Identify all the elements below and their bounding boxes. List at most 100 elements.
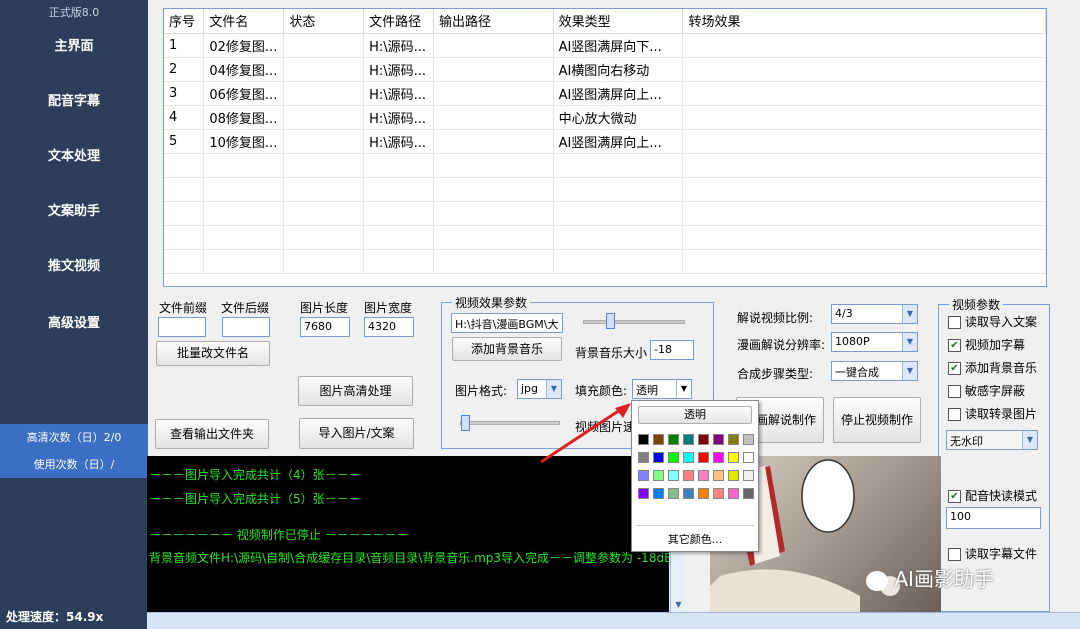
horizontal-scrollbar[interactable] (147, 612, 1080, 629)
color-swatch[interactable] (638, 470, 649, 481)
checkbox-read-img[interactable] (948, 408, 961, 421)
batch-rename-button[interactable]: 批量改文件名 (156, 341, 270, 366)
col-status[interactable]: 状态 (283, 9, 365, 34)
checkbox-read-sub[interactable] (948, 548, 961, 561)
checkbox-fast-read[interactable]: ✔ (948, 490, 961, 503)
color-swatch[interactable] (698, 452, 709, 463)
nav-main[interactable]: 主界面 (0, 34, 148, 60)
color-swatch[interactable] (653, 470, 664, 481)
empty-row (164, 201, 1046, 226)
color-swatch[interactable] (653, 488, 664, 499)
steps-select[interactable]: 一键合成 ▼ (831, 361, 918, 381)
checkbox-subtitle[interactable]: ✔ (948, 339, 961, 352)
fill-color-select[interactable]: 透明 ▼ (632, 379, 692, 399)
stop-video-button[interactable]: 停止视频制作 (833, 397, 921, 443)
color-swatch[interactable] (713, 488, 724, 499)
table-cell: 04修复图... (203, 57, 285, 82)
chevron-down-icon[interactable]: ▼ (671, 598, 686, 612)
color-swatch[interactable] (743, 434, 754, 445)
add-music-button[interactable]: 添加背景音乐 (452, 337, 562, 361)
table-cell: H:\源码... (363, 33, 435, 58)
music-path-input[interactable]: H:\抖音\漫画BGM\大 (451, 313, 563, 333)
table-cell (164, 225, 205, 250)
color-swatch[interactable] (638, 452, 649, 463)
color-swatch[interactable] (653, 434, 664, 445)
music-volume-input[interactable]: -18 (650, 340, 694, 360)
color-swatch[interactable] (698, 470, 709, 481)
slider-thumb[interactable] (606, 313, 615, 329)
table-cell (682, 153, 1046, 178)
col-index[interactable]: 序号 (164, 9, 205, 34)
color-swatch[interactable] (713, 434, 724, 445)
width-input[interactable]: 7680 (300, 317, 350, 337)
color-swatch[interactable] (698, 488, 709, 499)
color-swatch[interactable] (683, 488, 694, 499)
table-row[interactable]: 5 10修复图... H:\源码... AI竖图满屏向上... (164, 129, 1046, 154)
checkbox-sensitive[interactable] (948, 385, 961, 398)
file-grid[interactable]: 序号 文件名 状态 文件路径 输出路径 效果类型 转场效果 1 02修复图... H… (163, 8, 1047, 287)
read-doc-checkbox[interactable]: 读取导入文案 (948, 313, 1037, 330)
col-effect[interactable]: 效果类型 (553, 9, 684, 34)
col-outputpath[interactable]: 输出路径 (433, 9, 554, 34)
import-images-button[interactable]: 导入图片/文案 (299, 418, 414, 449)
color-swatch[interactable] (653, 452, 664, 463)
color-swatch[interactable] (728, 452, 739, 463)
color-swatch[interactable] (668, 470, 679, 481)
fast-read-input[interactable]: 100 (946, 507, 1041, 529)
nav-text-video[interactable]: 推文视频 (0, 254, 148, 280)
color-swatch[interactable] (683, 452, 694, 463)
checkbox-read-doc[interactable] (948, 316, 961, 329)
subtitle-checkbox[interactable]: ✔ 视频加字幕 (948, 336, 1025, 353)
table-row[interactable]: 2 04修复图... H:\源码... AI横图向右移动 (164, 57, 1046, 82)
watermark-select[interactable]: 无水印 ▼ (946, 430, 1038, 450)
other-colors-option[interactable]: 其它颜色... (632, 531, 758, 547)
suffix-input[interactable] (222, 317, 270, 337)
prefix-input[interactable] (158, 317, 206, 337)
enhance-images-button[interactable]: 图片高清处理 (298, 376, 413, 406)
color-swatch[interactable] (743, 452, 754, 463)
color-swatch[interactable] (638, 434, 649, 445)
table-cell: 10修复图... (203, 129, 285, 154)
read-sub-label: 读取字幕文件 (965, 547, 1038, 561)
table-row[interactable]: 3 06修复图... H:\源码... AI竖图满屏向上... (164, 81, 1046, 106)
color-swatch[interactable] (713, 470, 724, 481)
color-swatch[interactable] (728, 470, 739, 481)
color-swatch[interactable] (743, 488, 754, 499)
nav-text-processing[interactable]: 文本处理 (0, 144, 148, 170)
speed-slider-thumb[interactable] (461, 415, 470, 431)
table-cell: 08修复图... (203, 105, 285, 130)
color-swatch[interactable] (668, 452, 679, 463)
sensitive-checkbox[interactable]: 敏感字屏蔽 (948, 382, 1025, 399)
color-swatch[interactable] (743, 470, 754, 481)
view-output-folder-button[interactable]: 查看输出文件夹 (155, 419, 269, 449)
nav-advanced-settings[interactable]: 高级设置 (0, 311, 148, 337)
table-row[interactable]: 4 08修复图... H:\源码... 中心放大微动 (164, 105, 1046, 130)
color-swatch[interactable] (713, 452, 724, 463)
color-swatch[interactable] (668, 488, 679, 499)
col-filename[interactable]: 文件名 (203, 9, 285, 34)
height-input[interactable]: 4320 (364, 317, 414, 337)
color-swatch[interactable] (698, 434, 709, 445)
transparent-option[interactable]: 透明 (638, 406, 752, 424)
nav-copy-assistant[interactable]: 文案助手 (0, 199, 148, 225)
read-sub-checkbox[interactable]: 读取字幕文件 (948, 545, 1037, 562)
read-img-checkbox[interactable]: 读取转录图片 (948, 405, 1037, 422)
fast-read-checkbox[interactable]: ✔ 配音快读模式 (948, 487, 1037, 504)
checkbox-bgm[interactable]: ✔ (948, 362, 961, 375)
color-swatch[interactable] (668, 434, 679, 445)
nav-dubbing-subtitles[interactable]: 配音字幕 (0, 89, 148, 115)
col-filepath[interactable]: 文件路径 (363, 9, 435, 34)
format-select[interactable]: jpg ▼ (517, 379, 562, 399)
color-swatch[interactable] (728, 488, 739, 499)
table-cell (553, 249, 684, 274)
color-swatch[interactable] (683, 470, 694, 481)
table-row[interactable]: 1 02修复图... H:\源码... AI竖图满屏向下... (164, 33, 1046, 58)
col-transition[interactable]: 转场效果 (682, 9, 1046, 34)
color-swatch[interactable] (638, 488, 649, 499)
color-swatch[interactable] (683, 434, 694, 445)
bgm-checkbox[interactable]: ✔ 添加背景音乐 (948, 359, 1037, 376)
ratio-select[interactable]: 4/3 ▼ (831, 304, 918, 324)
table-cell (283, 225, 365, 250)
color-swatch[interactable] (728, 434, 739, 445)
resolution-select[interactable]: 1080P ▼ (831, 332, 918, 352)
